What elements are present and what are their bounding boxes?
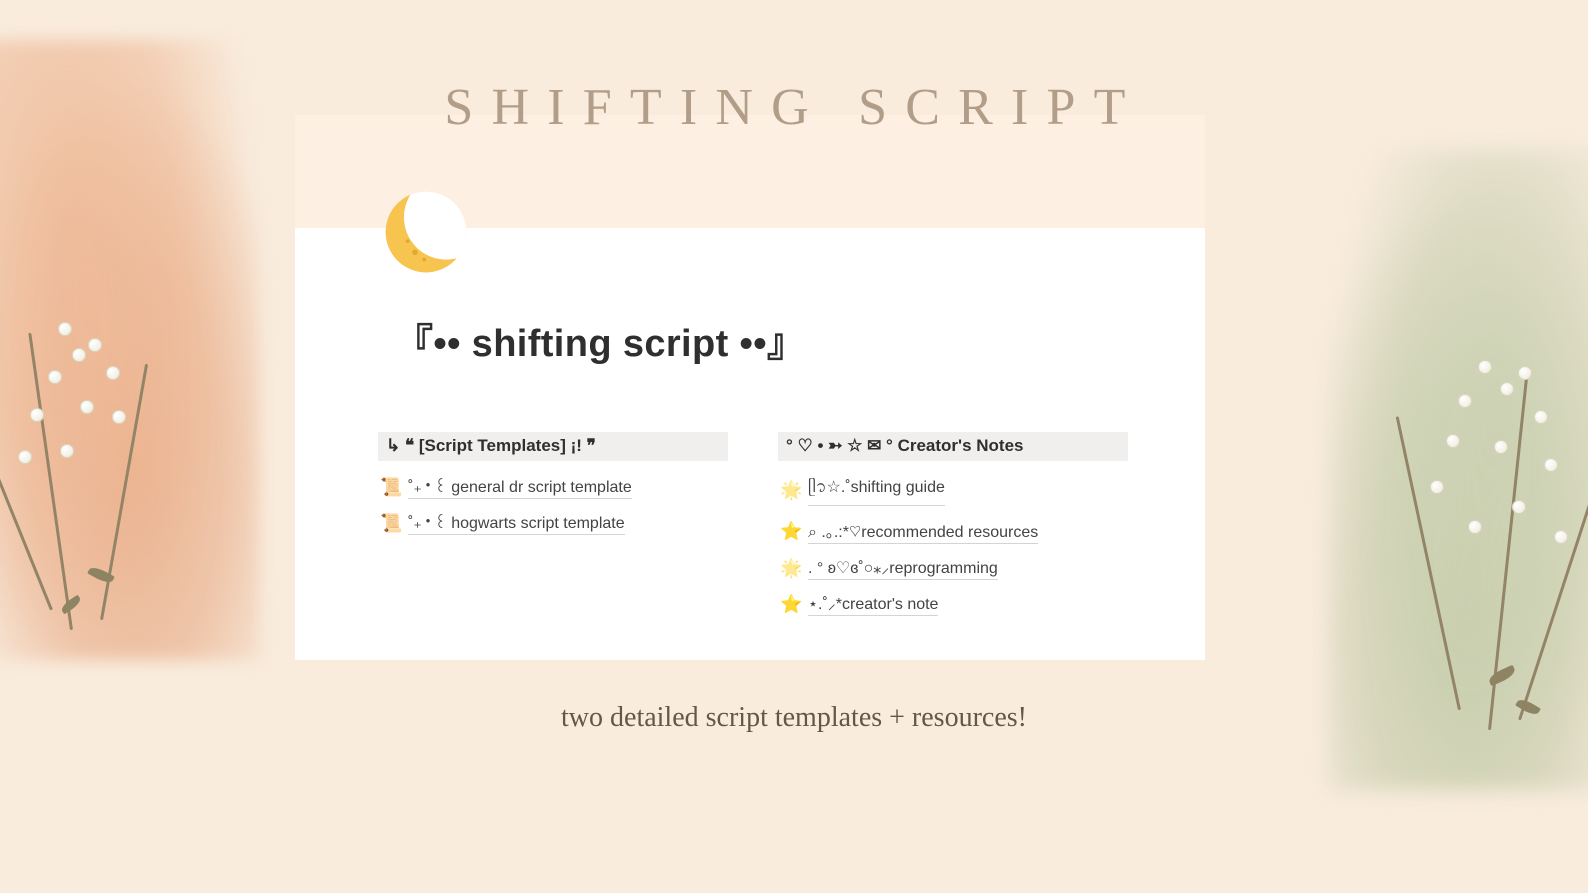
- link-label: . ° ʚ♡ɞ˚○⁎⸝reprogramming: [808, 556, 998, 580]
- link-label: ᥫ᭡☆.˚shifting guide: [808, 475, 945, 506]
- panel-title: 『•• shifting script ••』: [395, 312, 805, 367]
- star-icon: 🌟: [780, 480, 800, 501]
- link-recommended-resources[interactable]: ⭐ ⌕ .｡.:*♡recommended resources: [778, 514, 1128, 548]
- scroll-icon: 📜: [380, 477, 400, 498]
- page-caption: two detailed script templates + resource…: [0, 702, 1588, 734]
- star-icon: ⭐: [780, 594, 800, 615]
- star-icon: ⭐: [780, 521, 800, 542]
- link-creators-note[interactable]: ⭐ ⋆.˚⸝*creator's note: [778, 588, 1128, 620]
- column-creators-notes: ° ♡ • ➳ ☆ ✉ ° Creator's Notes 🌟 ᥫ᭡☆.˚shi…: [778, 432, 1128, 624]
- link-shifting-guide[interactable]: 🌟 ᥫ᭡☆.˚shifting guide: [778, 471, 1128, 510]
- link-label: ˚₊‧꒰ general dr script template: [408, 475, 632, 499]
- link-label: ⋆.˚⸝*creator's note: [808, 592, 938, 616]
- scroll-icon: 📜: [380, 513, 400, 534]
- link-reprogramming[interactable]: 🌟 . ° ʚ♡ɞ˚○⁎⸝reprogramming: [778, 552, 1128, 584]
- link-general-dr-script-template[interactable]: 📜 ˚₊‧꒰ general dr script template: [378, 471, 728, 503]
- column-script-templates: ↳ ❝ [Script Templates] ¡! ❞ 📜 ˚₊‧꒰ gener…: [378, 432, 728, 543]
- star-icon: 🌟: [780, 558, 800, 579]
- link-label: ⌕ .｡.:*♡recommended resources: [808, 518, 1038, 544]
- column-header-left: ↳ ❝ [Script Templates] ¡! ❞: [378, 432, 728, 461]
- link-hogwarts-script-template[interactable]: 📜 ˚₊‧꒰ hogwarts script template: [378, 507, 728, 539]
- link-label: ˚₊‧꒰ hogwarts script template: [408, 511, 625, 535]
- page-heading: SHIFTING SCRIPT: [0, 78, 1588, 137]
- paint-splotch-right: [1328, 150, 1588, 790]
- moon-icon: [380, 186, 472, 278]
- column-header-right: ° ♡ • ➳ ☆ ✉ ° Creator's Notes: [778, 432, 1128, 461]
